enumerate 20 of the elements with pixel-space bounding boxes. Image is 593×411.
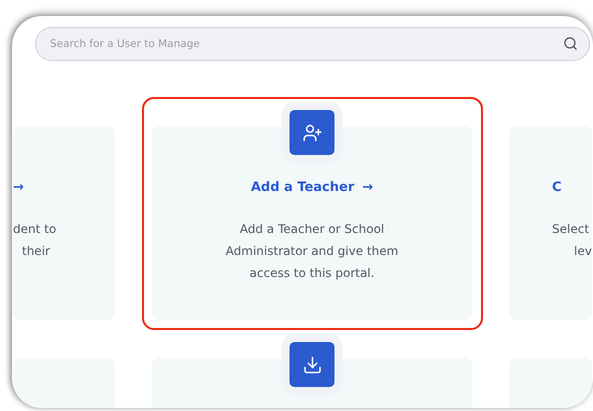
card-description: their xyxy=(21,243,50,260)
option-card[interactable]: C Select lev xyxy=(509,126,592,320)
card-title: Add a Teacher xyxy=(250,180,354,194)
user-plus-icon xyxy=(302,122,322,142)
arrow-icon: → xyxy=(13,180,24,194)
card-title: C xyxy=(552,180,562,194)
option-card[interactable]: Add a Teacher → Add a Teacher or School Administrator and give them access to this portal. xyxy=(152,126,472,320)
card-description: dent to xyxy=(13,221,56,238)
option-card[interactable]: → dent to their xyxy=(13,126,115,320)
card-description: Administrator and give them xyxy=(226,243,398,260)
download-icon xyxy=(302,354,322,374)
search-icon xyxy=(563,36,578,51)
card-description: Select xyxy=(552,221,590,238)
search-field[interactable]: Search for a User to Manage xyxy=(35,27,590,61)
card-description: Add a Teacher or School xyxy=(240,221,384,238)
card-description: access to this portal. xyxy=(250,265,374,282)
action-button[interactable] xyxy=(290,110,334,155)
action-button[interactable] xyxy=(290,342,334,387)
card-description: lev xyxy=(573,243,592,260)
arrow-icon: → xyxy=(362,180,374,194)
